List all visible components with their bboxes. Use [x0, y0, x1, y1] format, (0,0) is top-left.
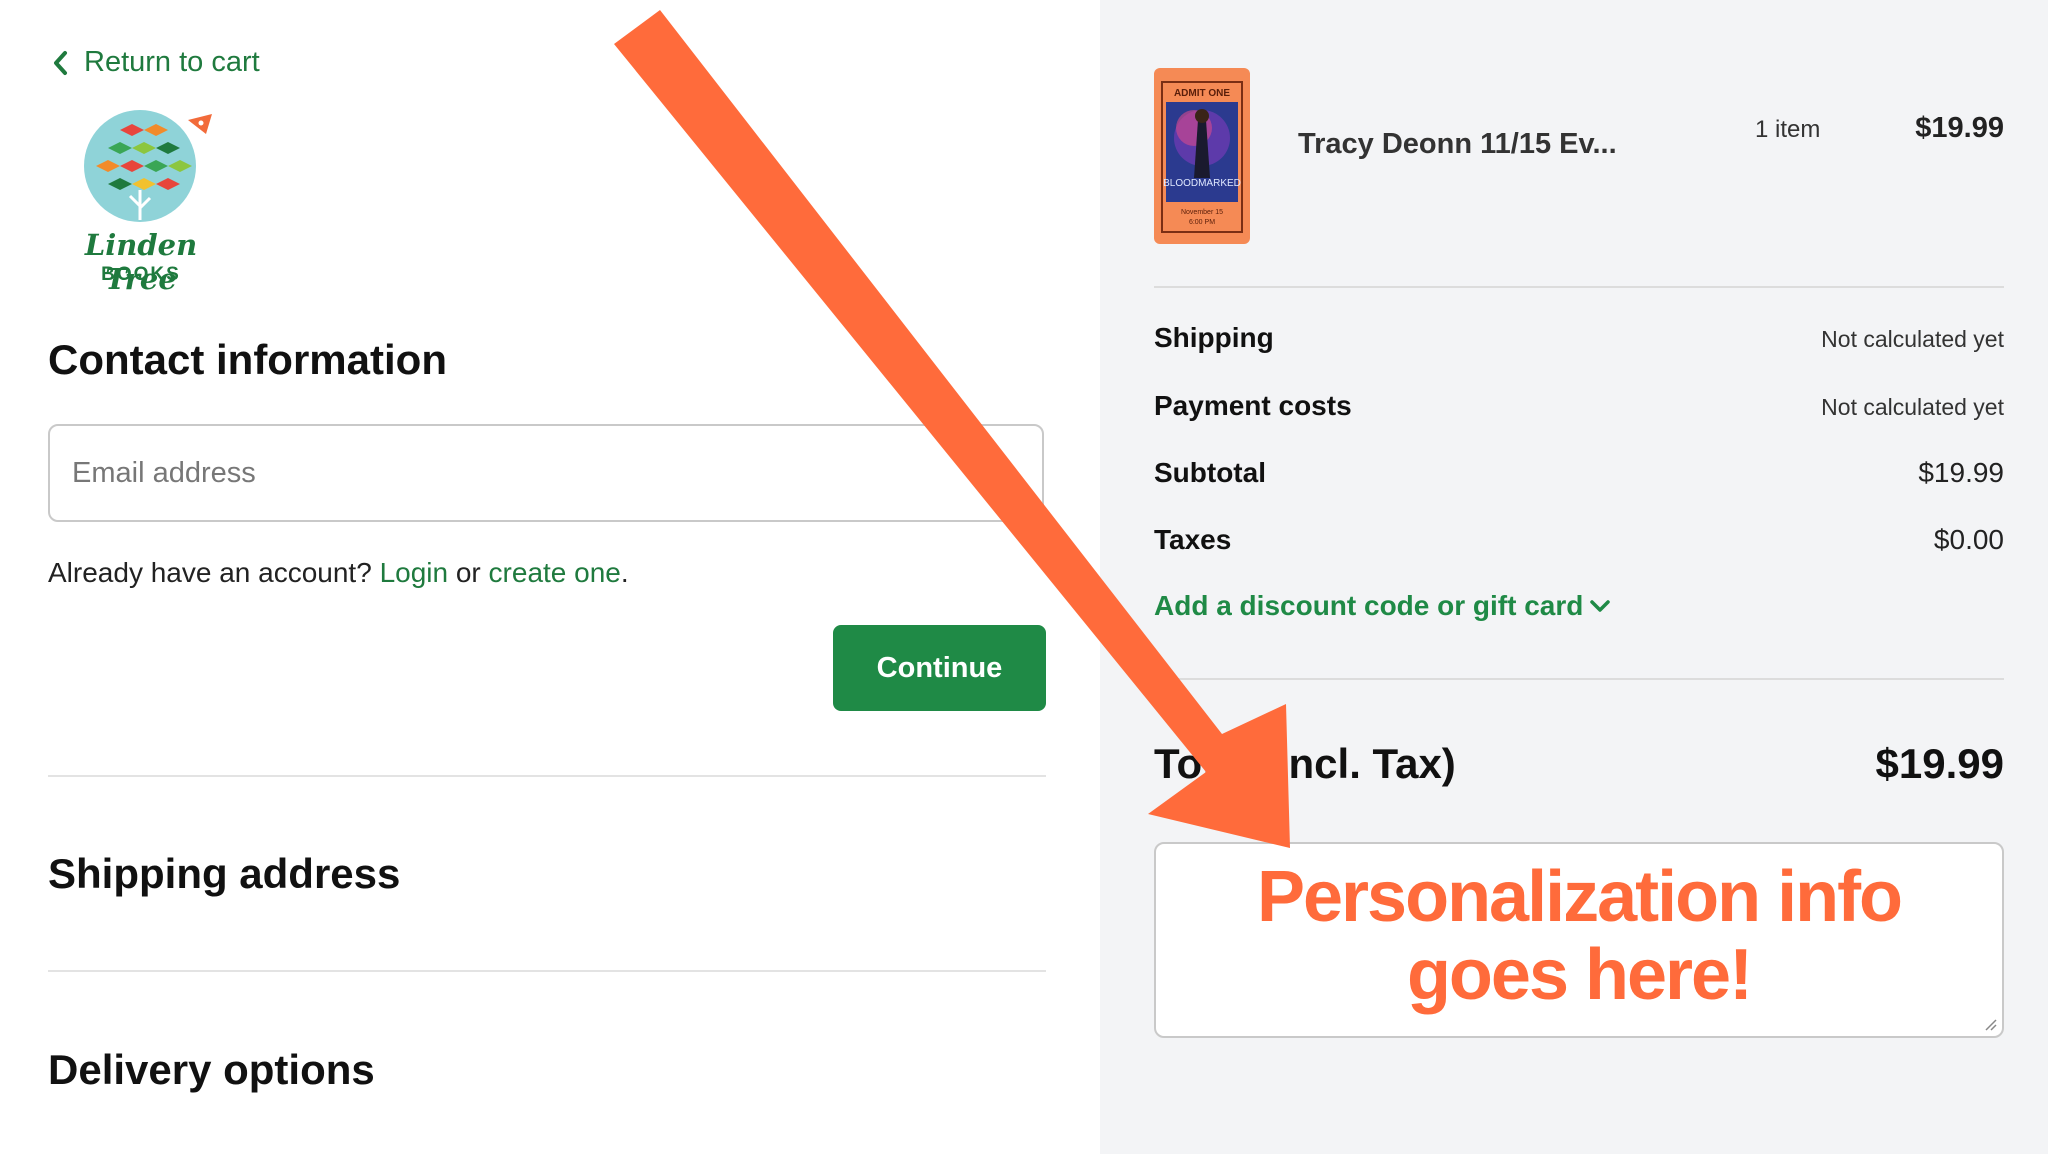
section-divider [48, 970, 1046, 972]
create-account-link[interactable]: create one [489, 557, 621, 588]
shipping-cost-row: Shipping Not calculated yet [1154, 322, 2004, 354]
item-count: 1 item [1755, 116, 1821, 143]
item-price: $19.99 [1915, 112, 2004, 144]
discount-code-toggle[interactable]: Add a discount code or gift card [1154, 590, 1611, 622]
store-logo[interactable]: Linden Tree BOOKS [46, 108, 236, 296]
period-text: . [620, 557, 629, 588]
product-name: Tracy Deonn 11/15 Ev... [1298, 128, 1617, 160]
taxes-label: Taxes [1154, 524, 1232, 555]
svg-text:November 15: November 15 [1181, 209, 1223, 216]
chevron-down-icon [1590, 600, 1611, 612]
linden-tree-logo-icon [84, 110, 212, 222]
return-to-cart-label: Return to cart [84, 46, 260, 78]
order-notes-textarea[interactable] [1154, 842, 2004, 1038]
total-label: Total (Incl. Tax) [1154, 740, 1456, 787]
delivery-options-heading[interactable]: Delivery options [48, 1046, 375, 1094]
subtotal-row: Subtotal $19.99 [1154, 457, 2004, 489]
shipping-cost-label: Shipping [1154, 322, 1274, 353]
continue-button[interactable]: Continue [833, 625, 1046, 711]
resize-grip-icon[interactable] [1982, 1016, 1998, 1032]
discount-code-label: Add a discount code or gift card [1154, 590, 1584, 621]
section-divider [48, 775, 1046, 777]
payment-costs-row: Payment costs Not calculated yet [1154, 390, 2004, 422]
svg-text:BLOODMARKED: BLOODMARKED [1163, 178, 1241, 189]
account-prompt: Already have an account? Login or create… [48, 557, 629, 589]
product-thumbnail: ADMIT ONE BLOODMARKED November 15 6:00 P… [1154, 68, 1250, 244]
subtotal-label: Subtotal [1154, 457, 1266, 488]
payment-costs-value: Not calculated yet [1821, 394, 2004, 420]
svg-text:ADMIT ONE: ADMIT ONE [1174, 88, 1230, 99]
email-field[interactable] [48, 424, 1044, 522]
shipping-cost-value: Not calculated yet [1821, 326, 2004, 352]
summary-divider [1154, 678, 2004, 680]
summary-divider [1154, 286, 2004, 288]
account-prompt-text: Already have an account? [48, 557, 372, 588]
or-text: or [455, 557, 481, 588]
chevron-left-icon [54, 50, 67, 75]
login-link[interactable]: Login [380, 557, 449, 588]
contact-information-heading: Contact information [48, 336, 447, 383]
return-to-cart-link[interactable]: Return to cart [52, 46, 260, 79]
taxes-row: Taxes $0.00 [1154, 524, 2004, 556]
total-row: Total (Incl. Tax) $19.99 [1154, 740, 2004, 788]
taxes-value: $0.00 [1933, 524, 2004, 555]
shipping-address-heading[interactable]: Shipping address [48, 850, 400, 898]
checkout-form-panel: Return to cart Linden Tree BOOKS Contact… [0, 0, 1100, 1154]
logo-subtitle: BOOKS [101, 264, 181, 285]
payment-costs-label: Payment costs [1154, 390, 1352, 421]
total-value: $19.99 [1875, 740, 2004, 787]
svg-text:6:00 PM: 6:00 PM [1189, 219, 1215, 226]
subtotal-value: $19.99 [1918, 457, 2004, 488]
